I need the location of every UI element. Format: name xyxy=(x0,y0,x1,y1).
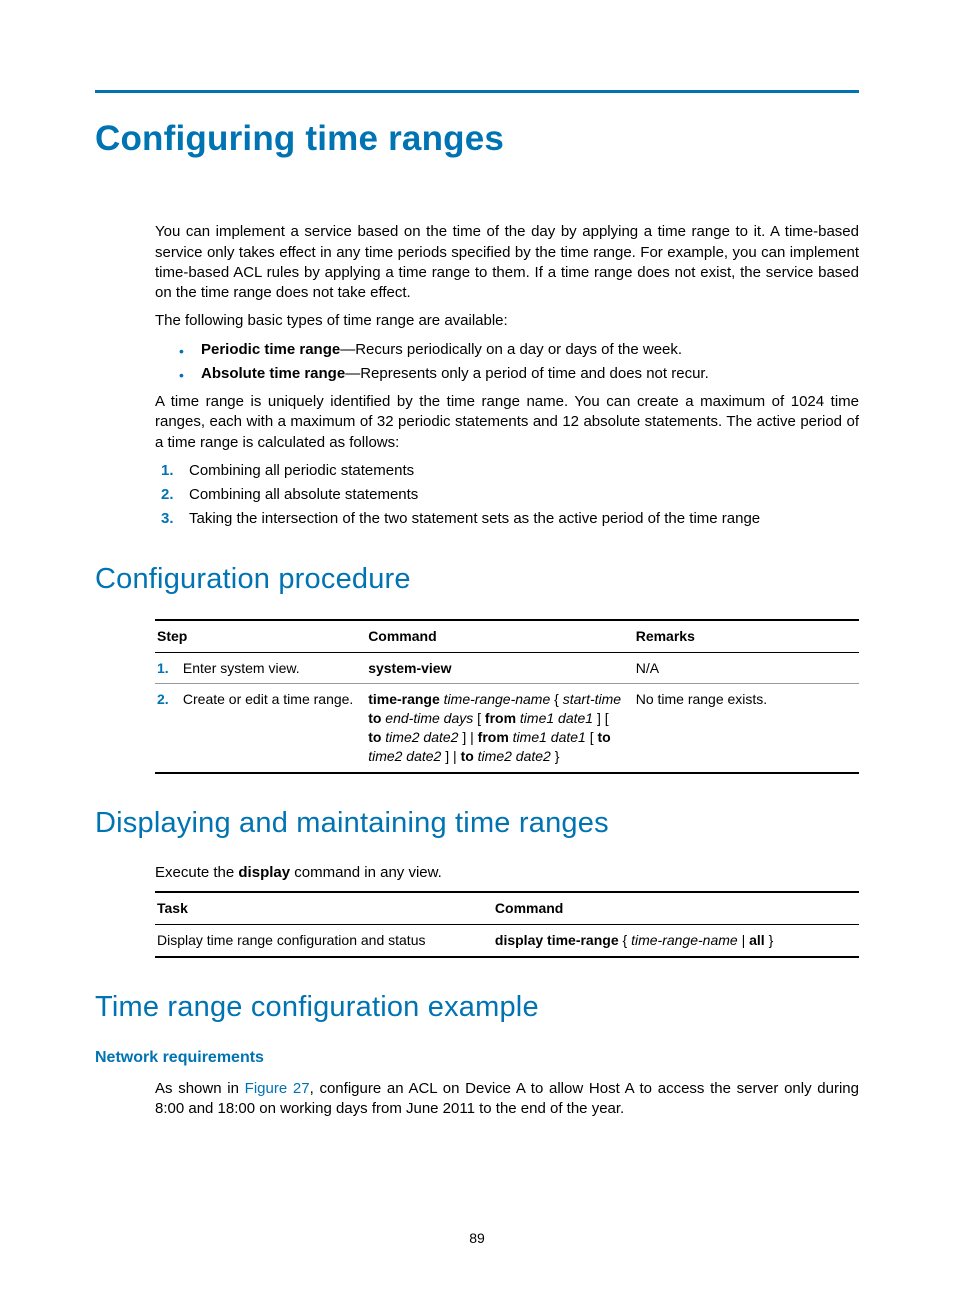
step-number: 2. xyxy=(161,485,174,505)
command-cell: display time-range { time-range-name | a… xyxy=(493,925,859,957)
cmd-text: } xyxy=(765,932,774,948)
term: Absolute time range xyxy=(201,365,345,382)
intro-paragraph-2: The following basic types of time range … xyxy=(155,311,859,331)
col-command: Command xyxy=(493,892,859,924)
cmd-text: { xyxy=(619,932,631,948)
cmd-text: ] [ xyxy=(597,710,609,726)
text: As shown in xyxy=(155,1080,245,1097)
step-text: Enter system view. xyxy=(183,660,300,676)
text: Execute the xyxy=(155,864,238,881)
intro-paragraph-1: You can implement a service based on the… xyxy=(155,222,859,303)
text-bold: display xyxy=(238,864,290,881)
term: Periodic time range xyxy=(201,341,340,358)
display-maintain-section: Execute the display command in any view.… xyxy=(155,863,859,958)
page-number: 89 xyxy=(0,1229,954,1248)
cmd-text: } xyxy=(555,748,560,764)
list-item: Absolute time range—Represents only a pe… xyxy=(179,364,859,384)
list-item: 3. Taking the intersection of the two sta… xyxy=(161,509,859,529)
config-procedure-heading: Configuration procedure xyxy=(95,560,859,599)
page-title: Configuring time ranges xyxy=(95,115,859,162)
config-procedure-table: Step Command Remarks 1. Enter system vie… xyxy=(155,619,859,774)
cmd-arg: time2 date2 xyxy=(474,748,555,764)
command-text: system-view xyxy=(368,660,451,676)
cmd-keyword: from xyxy=(485,710,516,726)
example-heading: Time range configuration example xyxy=(95,988,859,1027)
cmd-text: [ xyxy=(590,729,598,745)
step-number: 3. xyxy=(161,509,174,529)
display-table: Task Command Display time range configur… xyxy=(155,891,859,958)
example-paragraph: As shown in Figure 27, configure an ACL … xyxy=(155,1079,859,1120)
cmd-arg: time1 date1 xyxy=(509,729,590,745)
cmd-arg: time1 date1 xyxy=(516,710,597,726)
cmd-arg: time-range-name xyxy=(631,932,738,948)
step-text: Taking the intersection of the two state… xyxy=(189,510,760,527)
list-item: 2. Combining all absolute statements xyxy=(161,485,859,505)
display-maintain-paragraph: Execute the display command in any view. xyxy=(155,863,859,883)
list-item: 1. Combining all periodic statements xyxy=(161,461,859,481)
cmd-text: ] | xyxy=(445,748,460,764)
figure-link[interactable]: Figure 27 xyxy=(245,1080,310,1097)
config-procedure-section: Step Command Remarks 1. Enter system vie… xyxy=(155,619,859,774)
calculation-steps: 1. Combining all periodic statements 2. Co… xyxy=(161,461,859,530)
col-step: Step xyxy=(155,620,366,652)
task-text: Display time range configuration and sta… xyxy=(155,925,493,957)
cmd-keyword: all xyxy=(749,932,765,948)
cmd-arg: start-time xyxy=(563,691,621,707)
type-list: Periodic time range—Recurs periodically … xyxy=(179,340,859,385)
example-section: As shown in Figure 27, configure an ACL … xyxy=(155,1079,859,1120)
cmd-arg: time-range-name xyxy=(440,691,554,707)
step-number: 1. xyxy=(157,659,179,678)
step-text: Combining all periodic statements xyxy=(189,462,414,479)
command-cell: time-range time-range-name { start-time … xyxy=(366,684,634,773)
remarks-text: N/A xyxy=(634,652,859,684)
network-requirements-heading: Network requirements xyxy=(95,1047,859,1069)
cmd-keyword: to xyxy=(598,729,611,745)
text: command in any view. xyxy=(290,864,442,881)
cmd-keyword: to xyxy=(461,748,474,764)
cmd-text: { xyxy=(554,691,563,707)
step-number: 2. xyxy=(157,690,179,709)
step-text: Create or edit a time range. xyxy=(183,691,353,707)
header-rule xyxy=(95,90,859,93)
desc: —Represents only a period of time and do… xyxy=(345,365,709,382)
col-command: Command xyxy=(366,620,634,652)
cmd-text: | xyxy=(738,932,749,948)
table-row: 1. Enter system view. system-view N/A xyxy=(155,652,859,684)
cmd-keyword: time-range xyxy=(368,691,440,707)
intro-paragraph-3: A time range is uniquely identified by t… xyxy=(155,392,859,453)
cmd-keyword: from xyxy=(478,729,509,745)
cmd-text: ] | xyxy=(462,729,477,745)
step-text: Combining all absolute statements xyxy=(189,486,418,503)
display-maintain-heading: Displaying and maintaining time ranges xyxy=(95,804,859,843)
table-row: 2. Create or edit a time range. time-ran… xyxy=(155,684,859,773)
table-row: Display time range configuration and sta… xyxy=(155,925,859,957)
cmd-text: [ xyxy=(477,710,485,726)
col-task: Task xyxy=(155,892,493,924)
cmd-arg: time2 date2 xyxy=(368,748,445,764)
desc: —Recurs periodically on a day or days of… xyxy=(340,341,682,358)
cmd-keyword: display time-range xyxy=(495,932,619,948)
step-number: 1. xyxy=(161,461,174,481)
intro-section: You can implement a service based on the… xyxy=(155,222,859,529)
cmd-arg: time2 date2 xyxy=(381,729,462,745)
remarks-text: No time range exists. xyxy=(634,684,859,773)
col-remarks: Remarks xyxy=(634,620,859,652)
cmd-arg: end-time days xyxy=(381,710,477,726)
list-item: Periodic time range—Recurs periodically … xyxy=(179,340,859,360)
cmd-keyword: to xyxy=(368,710,381,726)
cmd-keyword: to xyxy=(368,729,381,745)
